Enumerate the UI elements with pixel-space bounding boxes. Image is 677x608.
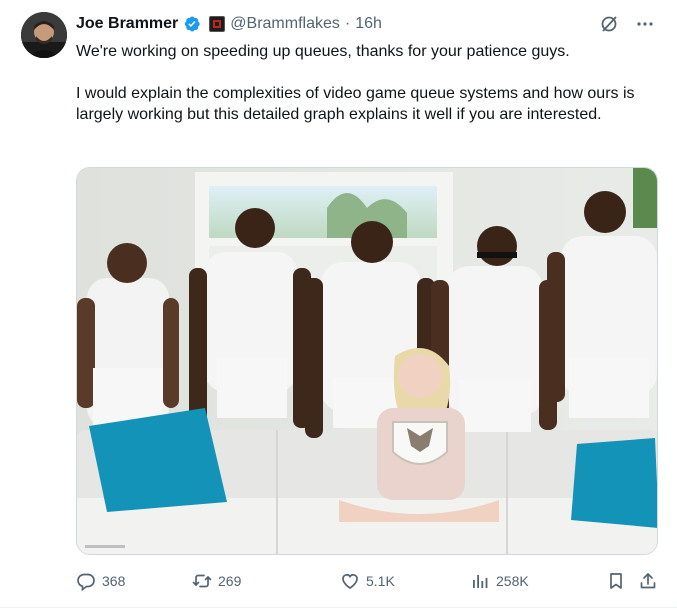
- share-icon: [640, 573, 656, 589]
- handle[interactable]: @Brammflakes: [230, 15, 340, 33]
- affiliate-badge-icon[interactable]: [209, 16, 226, 32]
- like-count: 5.1K: [366, 573, 395, 589]
- tweet-header: Joe Brammer @Brammflakes · 16h: [76, 13, 382, 35]
- bookmark-icon: [610, 573, 622, 589]
- heart-icon: [342, 574, 358, 589]
- bookmark-button[interactable]: [606, 570, 626, 592]
- avatar-image: [21, 12, 67, 58]
- media-illustration: [77, 168, 657, 554]
- views-button[interactable]: 258K: [470, 570, 529, 592]
- reply-count: 368: [102, 573, 126, 589]
- action-bar: 368 269 5.1K 258K: [76, 570, 662, 594]
- verified-badge-icon: [183, 15, 201, 33]
- header-actions: [599, 14, 655, 39]
- display-name[interactable]: Joe Brammer: [76, 15, 178, 33]
- share-button[interactable]: [638, 570, 658, 592]
- separator-dot: ·: [344, 15, 351, 32]
- tweet-paragraph-1: We're working on speeding up queues, tha…: [76, 43, 570, 60]
- repost-count: 269: [218, 573, 242, 589]
- reply-button[interactable]: 368: [76, 570, 125, 592]
- reply-icon: [77, 573, 95, 591]
- tweet-text: We're working on speeding up queues, tha…: [76, 41, 636, 125]
- like-button[interactable]: 5.1K: [340, 570, 395, 592]
- timestamp[interactable]: 16h: [355, 15, 382, 33]
- repost-icon: [192, 574, 212, 588]
- tweet: Joe Brammer @Brammflakes · 16h We're wor…: [0, 0, 677, 608]
- views-count: 258K: [496, 573, 529, 589]
- tweet-media-image[interactable]: [76, 167, 658, 555]
- grok-icon[interactable]: [599, 14, 619, 39]
- more-icon[interactable]: [635, 14, 655, 39]
- views-icon: [473, 575, 488, 588]
- avatar[interactable]: [21, 12, 67, 58]
- tweet-paragraph-2: I would explain the complexities of vide…: [76, 85, 635, 123]
- repost-button[interactable]: 269: [192, 570, 241, 592]
